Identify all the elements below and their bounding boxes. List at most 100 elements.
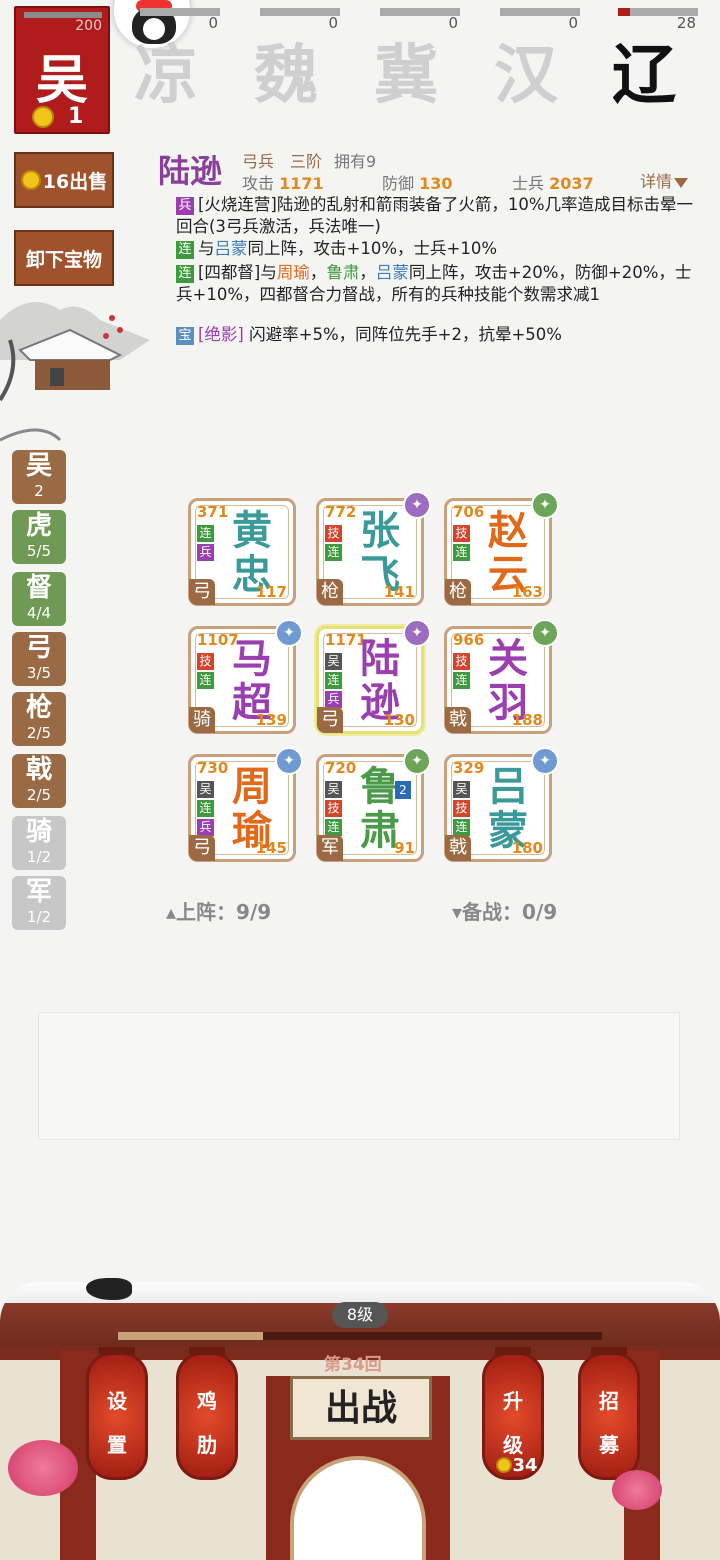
reserve-area[interactable]	[38, 1012, 680, 1140]
gate-arch	[290, 1456, 426, 1560]
card-hero-name-1: 张	[360, 507, 400, 554]
faction-value: 28	[676, 14, 696, 32]
filter-tab[interactable]: 戟 2/5	[12, 754, 66, 808]
chicken-label-1: 鸡	[197, 1389, 217, 1413]
card-attack: 966	[453, 631, 485, 649]
settings-button[interactable]: 设 置	[86, 1347, 148, 1480]
filter-tab[interactable]: 虎 5/5	[12, 510, 66, 564]
card-tags: 技连	[453, 653, 473, 691]
hero-card[interactable]: 720 吴技连鲁肃 91 军 ✦ 2	[316, 747, 431, 862]
upgrade-button[interactable]: 升 级 34	[482, 1347, 544, 1480]
hero-tag: 吴	[453, 781, 470, 798]
card-hero-name-1: 关	[488, 635, 528, 682]
battle-button[interactable]: 出战	[290, 1376, 432, 1440]
treasure-badge-icon: ✦	[403, 747, 431, 775]
hero-card[interactable]: 772 技连张飞 141 枪 ✦	[316, 491, 431, 606]
atk-stat: 攻击 1171	[242, 170, 324, 194]
faction-tab[interactable]: 0汉	[480, 0, 580, 113]
faction-tab[interactable]: 0凉	[120, 0, 220, 113]
hero-tag: 连	[325, 672, 342, 689]
hero-rank: 三阶	[290, 152, 323, 171]
hero-card[interactable]: 1171 吴连兵陆逊 130 弓 ✦	[316, 619, 431, 734]
lantern-cap	[189, 1347, 225, 1355]
card-unit-type: 骑	[189, 707, 215, 733]
card-unit-type: 枪	[445, 579, 471, 605]
card-hero-name-1: 陆	[360, 635, 400, 682]
card-tags: 吴连兵	[197, 781, 217, 838]
details-toggle[interactable]: 详情	[640, 168, 689, 192]
hero-tag: 连	[325, 819, 342, 836]
chicken-label-2: 肋	[197, 1433, 217, 1457]
sell-button[interactable]: 16出售	[14, 152, 114, 208]
filter-label: 弓	[25, 633, 52, 663]
card-hp: 163	[511, 583, 543, 601]
card-attack: 371	[197, 503, 229, 521]
skill-lian1-tag: 连	[176, 241, 194, 259]
round-label: 第34回	[324, 1355, 382, 1375]
card-attack: 706	[453, 503, 485, 521]
card-attack: 329	[453, 759, 485, 777]
skill-lian1-name: 吕蒙	[214, 239, 248, 258]
filter-tab[interactable]: 军 1/2	[12, 876, 66, 930]
faction-tab[interactable]: 0魏	[240, 0, 340, 113]
filter-label: 军	[25, 877, 52, 907]
card-attack: 772	[325, 503, 357, 521]
treasure-badge-icon: ✦	[403, 619, 431, 647]
faction-tab[interactable]: 0冀	[360, 0, 460, 113]
skill-lian2-a: [四都督]与	[198, 263, 277, 282]
chicken-rib-button[interactable]: 鸡 肋	[176, 1347, 238, 1480]
hero-owned: 拥有9	[334, 152, 377, 171]
hero-card[interactable]: 1107 技连马超 139 骑 ✦	[188, 619, 303, 734]
card-tags: 连兵	[197, 525, 217, 563]
card-hp: 145	[255, 839, 287, 857]
skill-bao-tag: 宝	[176, 327, 194, 345]
palace-footer: 8级 第34回 出战 设 置 鸡 肋 升 级 34 招 募	[0, 1270, 720, 1560]
faction-value: 0	[448, 14, 458, 32]
card-tags: 技连	[197, 653, 217, 691]
lotus-decoration	[8, 1440, 78, 1496]
skill-bing-tag: 兵	[176, 197, 194, 215]
atk-label: 攻击	[242, 174, 275, 193]
recruit-label-2: 募	[599, 1433, 619, 1457]
coin-icon	[32, 106, 54, 128]
card-hero-name-1: 吕	[488, 763, 528, 810]
hero-tag: 兵	[197, 544, 214, 561]
card-hp: 139	[255, 711, 287, 729]
recruit-label-1: 招	[599, 1389, 619, 1413]
filter-count: 4/4	[26, 604, 52, 622]
snow-scene-decoration	[0, 302, 150, 442]
hero-card[interactable]: 966 技连关羽 188 戟 ✦	[444, 619, 559, 734]
hero-card[interactable]: 371 连兵黄忠 117 弓	[188, 498, 296, 606]
recruit-button[interactable]: 招 募	[578, 1347, 640, 1480]
hero-card[interactable]: 706 技连赵云 163 枪 ✦	[444, 491, 559, 606]
exp-bar	[118, 1332, 602, 1340]
filter-count: 1/2	[26, 848, 52, 866]
card-hero-name-1: 周	[232, 763, 272, 810]
filter-count: 2	[34, 482, 44, 500]
faction-tab[interactable]: 28 辽	[598, 0, 698, 113]
skill-lian2-sep1: ，	[309, 263, 327, 282]
filter-tab[interactable]: 骑 1/2	[12, 816, 66, 870]
card-unit-type: 戟	[445, 835, 471, 861]
filter-tab[interactable]: 吴2	[12, 450, 66, 504]
filter-label: 戟	[25, 755, 52, 785]
skill-bao-text: 闪避率+5%，同阵位先手+2，抗晕+50%	[243, 325, 562, 344]
filter-tab[interactable]: 枪 2/5	[12, 692, 66, 746]
hero-card[interactable]: 730 吴连兵周瑜 145 弓 ✦	[188, 747, 303, 862]
hero-name: 陆逊	[158, 152, 223, 190]
hero-card[interactable]: 329 吴技连吕蒙 180 戟 ✦	[444, 747, 559, 862]
skill-lian2-n3: 吕蒙	[375, 263, 409, 282]
upgrade-cost-value: 34	[512, 1455, 538, 1476]
faction-value: 0	[208, 14, 218, 32]
reserve-count: ▾备战：0/9	[452, 900, 558, 924]
faction-wu-banner[interactable]: 200 吴 1	[14, 6, 110, 134]
filter-tab[interactable]: 弓 3/5	[12, 632, 66, 686]
lotus-decoration	[612, 1470, 662, 1510]
faction-wu-value: 200	[75, 18, 102, 34]
filter-tab[interactable]: 督 4/4	[12, 572, 66, 626]
lineup-count: ▴上阵：9/9	[166, 900, 272, 924]
hero-tag: 连	[453, 819, 470, 836]
card-hp: 130	[383, 711, 415, 729]
unequip-treasure-button[interactable]: 卸下宝物	[14, 230, 114, 286]
def-label: 防御	[382, 174, 415, 193]
